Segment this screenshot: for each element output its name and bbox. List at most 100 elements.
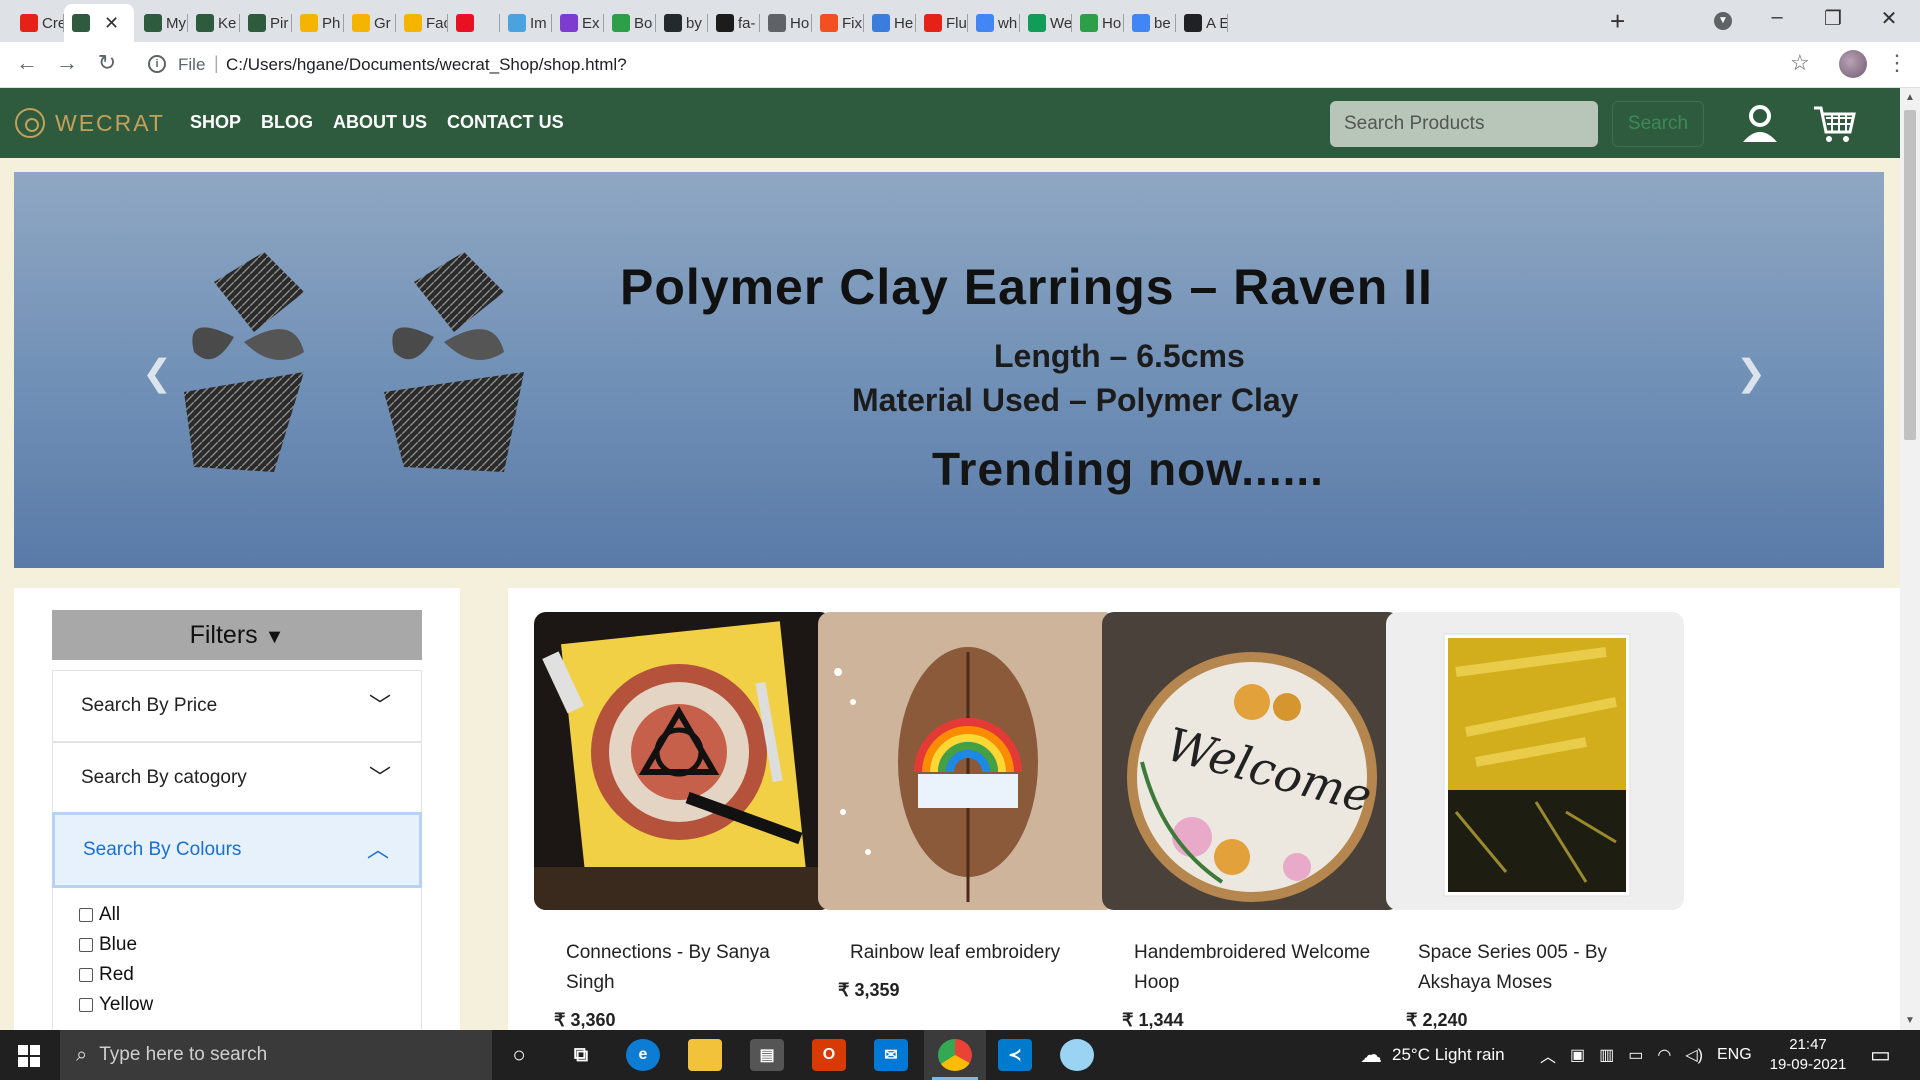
logo-icon — [15, 108, 45, 138]
file-explorer-icon[interactable] — [688, 1039, 722, 1071]
checkbox[interactable] — [79, 938, 93, 952]
carousel-next-icon[interactable]: ❯ — [1736, 352, 1766, 394]
bookmark-star-icon[interactable]: ☆ — [1790, 50, 1810, 76]
product-image[interactable] — [534, 612, 832, 910]
nav-shop-link[interactable]: SHOP — [190, 112, 241, 133]
address-bar[interactable]: C:/Users/hgane/Documents/wecrat_Shop/sho… — [226, 55, 627, 75]
scroll-down-icon[interactable]: ▼ — [1905, 1015, 1915, 1026]
browser-tab[interactable]: wh — [968, 4, 1020, 42]
scroll-up-icon[interactable]: ▲ — [1905, 92, 1915, 103]
language-indicator[interactable]: ENG — [1717, 1046, 1752, 1064]
tab-title: Flu — [946, 14, 967, 32]
browser-menu-icon[interactable]: ⋮ — [1886, 50, 1908, 76]
nav-blog-link[interactable]: BLOG — [261, 112, 313, 133]
close-window-button[interactable]: ✕ — [1874, 6, 1904, 31]
product-card[interactable]: Welcome Handembroidered Welcome Hoop ₹ 1… — [1102, 612, 1400, 1030]
site-info-icon[interactable]: i — [148, 55, 166, 73]
taskbar-search-box[interactable]: ⌕ Type here to search — [60, 1030, 492, 1080]
browser-tab[interactable]: Pir — [240, 4, 292, 42]
browser-tab[interactable]: Ho — [1072, 4, 1124, 42]
battery-icon[interactable]: ▭ — [1628, 1045, 1643, 1065]
browser-tab[interactable]: Ex — [552, 4, 604, 42]
edge-icon[interactable]: e — [626, 1039, 660, 1071]
tray-expand-icon[interactable]: ︿ — [1540, 1043, 1556, 1067]
tray-device-icon[interactable]: ▣ — [1570, 1045, 1585, 1065]
filter-category-accordion[interactable]: Search By catogory ﹀ — [52, 742, 422, 814]
profile-avatar[interactable] — [1839, 50, 1867, 78]
colour-option-yellow[interactable]: Yellow — [79, 990, 421, 1020]
filter-colours-accordion[interactable]: Search By Colours ︿ — [52, 812, 422, 888]
scroll-thumb[interactable] — [1904, 110, 1916, 440]
vscode-icon[interactable]: ≺ — [998, 1039, 1032, 1071]
browser-tab[interactable]: fa- — [708, 4, 760, 42]
browser-tab[interactable]: A E — [1176, 4, 1228, 42]
browser-tab[interactable]: Ph — [292, 4, 344, 42]
product-image[interactable]: Welcome — [1102, 612, 1400, 910]
browser-tab[interactable]: Bo — [604, 4, 656, 42]
browser-tab[interactable]: Fix — [812, 4, 864, 42]
system-clock[interactable]: 21:47 19-09-2021 — [1768, 1035, 1848, 1075]
browser-tab[interactable] — [448, 4, 500, 42]
browser-tab[interactable]: ✕ — [64, 4, 134, 42]
tab-close-icon[interactable]: ✕ — [104, 13, 119, 34]
chrome-icon[interactable] — [938, 1039, 972, 1071]
new-tab-button[interactable]: + — [1610, 6, 1625, 37]
browser-tab[interactable]: Ho — [760, 4, 812, 42]
product-title[interactable]: Handembroidered Welcome Hoop — [1102, 938, 1400, 998]
restore-button[interactable]: ❐ — [1818, 6, 1848, 31]
site-logo[interactable]: WECRAT — [15, 108, 165, 138]
colour-option-red[interactable]: Red — [79, 960, 421, 990]
browser-tab[interactable]: We — [1020, 4, 1072, 42]
mail-icon[interactable]: ✉ — [874, 1039, 908, 1071]
browser-tab[interactable]: Fac — [396, 4, 448, 42]
nav-about-link[interactable]: ABOUT US — [333, 112, 427, 133]
search-button[interactable]: Search — [1612, 101, 1704, 147]
back-icon[interactable]: ← — [12, 50, 42, 76]
reload-icon[interactable]: ↻ — [92, 50, 122, 76]
nav-contact-link[interactable]: CONTACT US — [447, 112, 564, 133]
browser-tab[interactable]: Gr — [344, 4, 396, 42]
browser-tab[interactable]: Im — [500, 4, 552, 42]
notification-icon[interactable]: ▭ — [1870, 1030, 1891, 1080]
user-account-icon[interactable] — [1740, 104, 1780, 144]
colour-option-blue[interactable]: Blue — [79, 930, 421, 960]
checkbox[interactable] — [79, 968, 93, 982]
paint-icon[interactable] — [1060, 1039, 1094, 1071]
product-title[interactable]: Space Series 005 - By Akshaya Moses — [1386, 938, 1684, 998]
checkbox[interactable] — [79, 998, 93, 1012]
office-icon[interactable]: O — [812, 1039, 846, 1071]
product-title[interactable]: Rainbow leaf embroidery — [818, 938, 1116, 968]
browser-tab[interactable]: Ke — [188, 4, 240, 42]
product-search-input[interactable] — [1330, 101, 1598, 147]
windows-start-icon[interactable] — [18, 1045, 40, 1067]
cortana-icon[interactable]: ○ — [502, 1039, 536, 1071]
checkbox[interactable] — [79, 908, 93, 922]
product-image[interactable] — [818, 612, 1116, 910]
browser-tab[interactable]: Flu — [916, 4, 968, 42]
minimize-button[interactable]: – — [1762, 6, 1792, 29]
task-view-icon[interactable]: ⧉ — [564, 1039, 598, 1071]
colour-option-all[interactable]: All — [79, 900, 421, 930]
clock-date: 19-09-2021 — [1769, 1056, 1847, 1073]
product-card[interactable]: Rainbow leaf embroidery ₹ 3,359 — [818, 612, 1116, 1001]
volume-icon[interactable]: ◁) — [1685, 1045, 1703, 1065]
page-scrollbar[interactable]: ▲ ▼ — [1900, 88, 1920, 1030]
product-title[interactable]: Connections - By Sanya Singh — [534, 938, 832, 998]
wifi-icon[interactable]: ◠ — [1657, 1045, 1671, 1065]
forward-icon[interactable]: → — [52, 50, 82, 76]
weather-widget[interactable]: ☁ 25°C Light rain — [1360, 1030, 1505, 1080]
browser-tab[interactable]: be — [1124, 4, 1176, 42]
store-icon[interactable]: ▤ — [750, 1039, 784, 1071]
tray-camera-icon[interactable]: ▥ — [1599, 1045, 1614, 1065]
product-card[interactable]: Connections - By Sanya Singh ₹ 3,360 — [534, 612, 832, 1030]
product-image[interactable] — [1386, 612, 1684, 910]
tab-search-icon[interactable]: ▼ — [1714, 12, 1732, 30]
carousel-prev-icon[interactable]: ❮ — [142, 352, 172, 394]
browser-tab[interactable]: He — [864, 4, 916, 42]
browser-tab[interactable]: My — [136, 4, 188, 42]
shopping-cart-icon[interactable] — [1812, 104, 1856, 144]
product-card[interactable]: Space Series 005 - By Akshaya Moses ₹ 2,… — [1386, 612, 1684, 1030]
browser-tab[interactable]: Cre — [12, 4, 64, 42]
filter-price-accordion[interactable]: Search By Price ﹀ — [52, 670, 422, 742]
browser-tab[interactable]: by — [656, 4, 708, 42]
